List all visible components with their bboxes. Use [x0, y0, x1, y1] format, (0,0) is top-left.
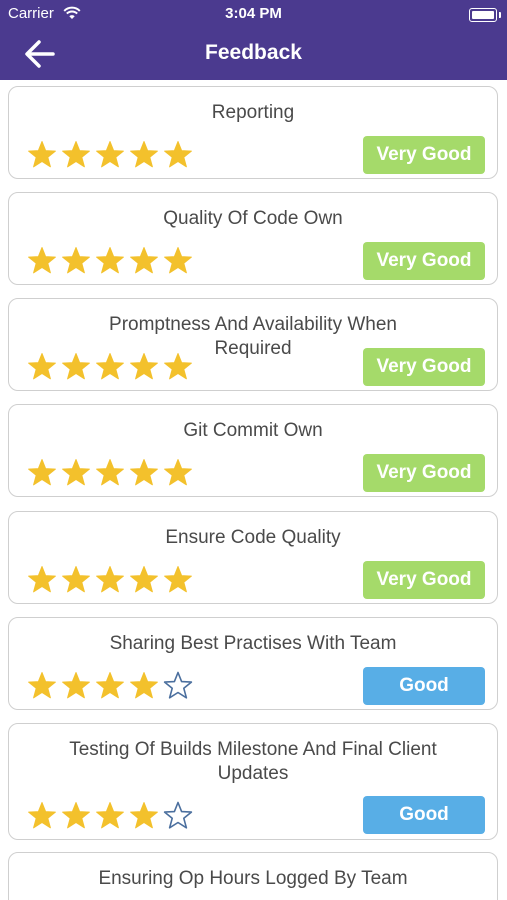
star-filled-icon — [61, 801, 91, 831]
battery-icon — [469, 8, 501, 22]
star-filled-icon — [95, 140, 125, 170]
feedback-card[interactable]: Ensure Code Quality Very Good — [8, 511, 498, 604]
star-filled-icon — [129, 801, 159, 831]
star-filled-icon — [95, 801, 125, 831]
status-bar: Carrier 3:04 PM — [0, 0, 507, 28]
star-filled-icon — [163, 458, 193, 488]
star-filled-icon — [95, 352, 125, 382]
feedback-card[interactable]: Sharing Best Practises With Team Good — [8, 617, 498, 710]
rating-badge: Very Good — [363, 242, 485, 280]
star-filled-icon — [163, 352, 193, 382]
star-filled-icon — [129, 246, 159, 276]
star-filled-icon — [129, 140, 159, 170]
star-filled-icon — [27, 671, 57, 701]
feedback-category-label: Reporting — [211, 102, 295, 123]
star-filled-icon — [95, 458, 125, 488]
star-filled-icon — [95, 246, 125, 276]
clock: 3:04 PM — [225, 5, 282, 22]
rating-badge: Good — [363, 667, 485, 705]
star-empty-icon — [163, 801, 193, 831]
star-filled-icon — [27, 801, 57, 831]
feedback-card[interactable]: Git Commit Own Very Good — [8, 404, 498, 497]
star-filled-icon — [129, 671, 159, 701]
star-empty-icon — [163, 671, 193, 701]
star-filled-icon — [27, 458, 57, 488]
star-filled-icon — [129, 352, 159, 382]
star-filled-icon — [61, 140, 91, 170]
star-filled-icon — [61, 352, 91, 382]
page-title: Feedback — [205, 41, 302, 64]
star-filled-icon — [95, 565, 125, 595]
star-filled-icon — [27, 140, 57, 170]
feedback-card[interactable]: Quality Of Code Own Very Good — [8, 192, 498, 285]
rating-badge: Good — [363, 796, 485, 834]
nav-bar: Feedback — [0, 28, 507, 80]
star-filled-icon — [61, 671, 91, 701]
star-rating — [27, 352, 197, 382]
star-rating — [27, 458, 197, 488]
rating-badge: Very Good — [363, 348, 485, 386]
star-filled-icon — [61, 246, 91, 276]
star-rating — [27, 801, 197, 831]
feedback-card[interactable]: Testing Of Builds Milestone And Final Cl… — [8, 723, 498, 840]
feedback-category-label: Ensure Code Quality — [165, 527, 341, 548]
feedback-card[interactable]: Promptness And Availability When Require… — [8, 298, 498, 391]
star-filled-icon — [129, 458, 159, 488]
star-filled-icon — [61, 565, 91, 595]
star-rating — [27, 565, 197, 595]
rating-badge: Very Good — [363, 136, 485, 174]
star-rating — [27, 140, 197, 170]
feedback-category-label: Ensuring Op Hours Logged By Team — [98, 868, 408, 889]
rating-badge: Very Good — [363, 561, 485, 599]
star-filled-icon — [163, 246, 193, 276]
star-filled-icon — [61, 458, 91, 488]
feedback-category-label: Testing Of Builds Milestone And Final Cl… — [69, 739, 437, 784]
feedback-card[interactable]: Ensuring Op Hours Logged By Team — [8, 852, 498, 900]
star-filled-icon — [129, 565, 159, 595]
feedback-card[interactable]: Reporting Very Good — [8, 86, 498, 179]
star-filled-icon — [95, 671, 125, 701]
star-filled-icon — [163, 140, 193, 170]
star-rating — [27, 671, 197, 701]
star-filled-icon — [163, 565, 193, 595]
star-rating — [27, 246, 197, 276]
rating-badge: Very Good — [363, 454, 485, 492]
feedback-category-label: Git Commit Own — [183, 420, 323, 441]
feedback-category-label: Quality Of Code Own — [163, 208, 343, 229]
feedback-category-label: Sharing Best Practises With Team — [109, 633, 397, 654]
star-filled-icon — [27, 352, 57, 382]
feedback-list[interactable]: Reporting Very Good Quality Of Code Own Ver… — [0, 80, 507, 900]
star-filled-icon — [27, 246, 57, 276]
star-filled-icon — [27, 565, 57, 595]
